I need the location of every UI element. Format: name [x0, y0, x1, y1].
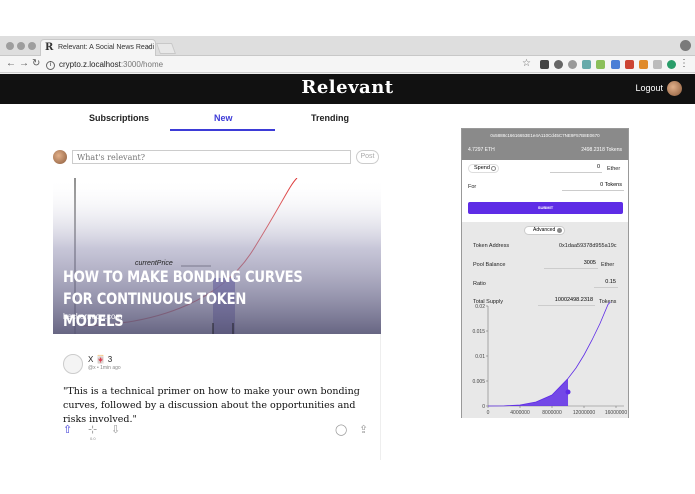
filled-area: [488, 378, 569, 406]
browser-menu-icon[interactable]: ⋮: [679, 58, 689, 69]
extension-circle-icon[interactable]: [568, 60, 577, 69]
vote-count: 0.0: [90, 436, 96, 441]
pool-balance-input[interactable]: 3005: [544, 260, 598, 269]
y-tick-label: 0.015: [472, 329, 485, 335]
reload-icon[interactable]: ↻: [32, 58, 40, 70]
address-bar[interactable]: i crypto.z.localhost:3000/home: [46, 58, 536, 71]
extension-green-icon[interactable]: [667, 60, 676, 69]
x-tick-label: 16000000: [605, 410, 627, 416]
bonding-curve-chart: 0 0.005 0.01 0.015 0.02 0 4000000 8000000 120000…: [472, 302, 627, 416]
minimize-window-button[interactable]: [17, 42, 25, 50]
current-supply-point: [565, 389, 571, 395]
pool-balance-label: Pool Balance: [473, 262, 506, 268]
close-window-button[interactable]: [6, 42, 14, 50]
ratio-label: Ratio: [473, 281, 486, 287]
tab-bar: R Relevant: A Social News Readi ✕: [0, 36, 695, 56]
post-card: currentPrice How to make bonding curves …: [53, 178, 381, 460]
spend-toggle[interactable]: Spend: [468, 164, 499, 173]
wallet-address: 0x5888c16616653E1e4A110Cd45C7NE9F57B8E06…: [490, 133, 600, 138]
new-tab-button[interactable]: [155, 43, 177, 54]
composer-avatar: [53, 150, 67, 164]
share-icon[interactable]: ⇪: [359, 424, 368, 436]
pool-balance-unit: Ether: [601, 262, 615, 268]
post-button[interactable]: Post: [356, 150, 379, 164]
token-address-value: 0x1daa59378d955a19c: [559, 243, 617, 249]
upvote-icon[interactable]: ⇧: [63, 424, 72, 436]
spend-toggle-knob: [491, 166, 496, 171]
tab-close-icon[interactable]: ✕: [145, 40, 152, 56]
tab-subscriptions[interactable]: Subscriptions: [89, 113, 149, 123]
extension-shield-icon[interactable]: [540, 60, 549, 69]
x-tick-label: 8000000: [542, 410, 562, 416]
back-icon[interactable]: ←: [6, 58, 16, 70]
browser-toolbar: ← → ↻ i crypto.z.localhost:3000/home ☆ ⋮: [0, 56, 695, 73]
tab-title: Relevant: A Social News Readi: [58, 44, 155, 51]
url-host: crypto.z.localhost: [59, 60, 121, 69]
active-tab-indicator: [170, 129, 275, 131]
token-balance: 2498.2318 Tokens: [581, 147, 622, 153]
post-meta: @x • 1min ago: [88, 365, 121, 371]
browser-tab[interactable]: R Relevant: A Social News Readi ✕: [40, 39, 156, 56]
extension-message-icon[interactable]: [653, 60, 662, 69]
profile-icon[interactable]: [680, 40, 691, 51]
advanced-section: Advanced Token Address 0x1daa59378d955a1…: [462, 222, 628, 418]
for-amount-field[interactable]: 0 Tokens: [562, 182, 624, 191]
downvote-icon[interactable]: ⇩: [111, 424, 120, 436]
maximize-window-button[interactable]: [28, 42, 36, 50]
tab-new[interactable]: New: [214, 113, 233, 123]
y-tick-label: 0.005: [472, 379, 485, 385]
url-path: :3000/home: [120, 60, 164, 69]
site-info-icon[interactable]: i: [46, 61, 55, 70]
spend-amount-input[interactable]: 0: [550, 164, 602, 173]
comment-icon[interactable]: ◯: [335, 424, 347, 436]
tab-trending[interactable]: Trending: [311, 113, 349, 123]
logout-link[interactable]: Logout: [635, 83, 663, 93]
article-domain[interactable]: hackernoon.com: [63, 312, 122, 321]
bonding-curve-panel: 0x5888c16616653E1e4A110Cd45C7NE9F57B8E06…: [461, 128, 629, 418]
author-avatar[interactable]: [63, 354, 83, 374]
x-tick-label: 0: [487, 410, 490, 416]
advanced-toggle[interactable]: Advanced: [524, 226, 565, 235]
spend-unit: Ether: [607, 166, 621, 172]
x-tick-label: 12000000: [573, 410, 595, 416]
user-avatar[interactable]: [667, 81, 682, 96]
favicon-icon: R: [45, 42, 54, 53]
author-name[interactable]: X 🀄 3: [88, 355, 112, 364]
extension-orange-icon[interactable]: [639, 60, 648, 69]
app-header: Relevant Logout: [0, 74, 695, 104]
article-title[interactable]: How to make bonding curves for continuou…: [63, 266, 309, 332]
repost-icon[interactable]: ⊹: [88, 424, 97, 436]
curve-line: [487, 302, 611, 407]
for-label: For: [468, 184, 477, 190]
x-tick-label: 4000000: [510, 410, 530, 416]
post-quote: "This is a technical primer on how to ma…: [63, 386, 360, 425]
main-content: Subscriptions New Trending Post: [0, 104, 695, 460]
advanced-label: Advanced: [533, 227, 556, 233]
forward-icon[interactable]: →: [19, 58, 29, 70]
spend-label: Spend: [474, 165, 490, 171]
extension-red-icon[interactable]: [625, 60, 634, 69]
extension-leaf-icon[interactable]: [596, 60, 605, 69]
post-image[interactable]: currentPrice How to make bonding curves …: [53, 178, 381, 334]
token-address-label: Token Address: [473, 243, 510, 249]
extension-block-icon[interactable]: [554, 60, 563, 69]
post-input[interactable]: [72, 150, 351, 164]
y-tick-label: 0.01: [475, 354, 485, 360]
y-tick-label: 0: [482, 404, 485, 410]
advanced-toggle-knob: [557, 228, 562, 233]
wallet-summary: 0x5888c16616653E1e4A110Cd45C7NE9F57B8E06…: [462, 129, 628, 160]
ratio-input[interactable]: 0.15: [594, 279, 618, 288]
extension-grid-icon[interactable]: [582, 60, 591, 69]
site-logo[interactable]: Relevant: [0, 77, 695, 98]
bookmark-star-icon[interactable]: ☆: [522, 58, 531, 69]
y-tick-label: 0.02: [475, 304, 485, 310]
submit-button[interactable]: SUBMIT: [468, 202, 623, 214]
eth-balance: 4.7297 ETH: [468, 147, 495, 153]
extension-download-icon[interactable]: [611, 60, 620, 69]
